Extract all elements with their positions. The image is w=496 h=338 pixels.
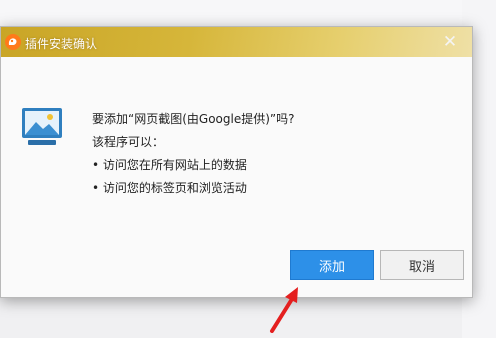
- close-button[interactable]: ✕: [440, 32, 460, 52]
- uc-browser-squirrel-icon: [5, 34, 21, 50]
- dialog-titlebar: 插件安装确认 ✕: [1, 27, 472, 57]
- plugin-install-dialog: 插件安装确认 ✕ 要添加“网页截图(由Google提供)”吗? 该程序可以： •…: [0, 26, 473, 298]
- message-question: 要添加“网页截图(由Google提供)”吗?: [92, 112, 295, 126]
- cancel-button[interactable]: 取消: [380, 250, 464, 280]
- permission-item-data-access: • 访问您在所有网站上的数据: [92, 158, 247, 172]
- screenshot-image-icon: [22, 108, 62, 145]
- dialog-title: 插件安装确认: [25, 37, 98, 51]
- message-capabilities-header: 该程序可以：: [92, 135, 165, 149]
- red-arrow-icon: [270, 287, 298, 333]
- browser-background-top: [0, 0, 496, 26]
- add-button[interactable]: 添加: [290, 250, 374, 280]
- dialog-message: 要添加“网页截图(由Google提供)”吗? 该程序可以： • 访问您在所有网站…: [92, 108, 294, 200]
- permission-item-tabs-access: • 访问您的标签页和浏览活动: [92, 181, 247, 195]
